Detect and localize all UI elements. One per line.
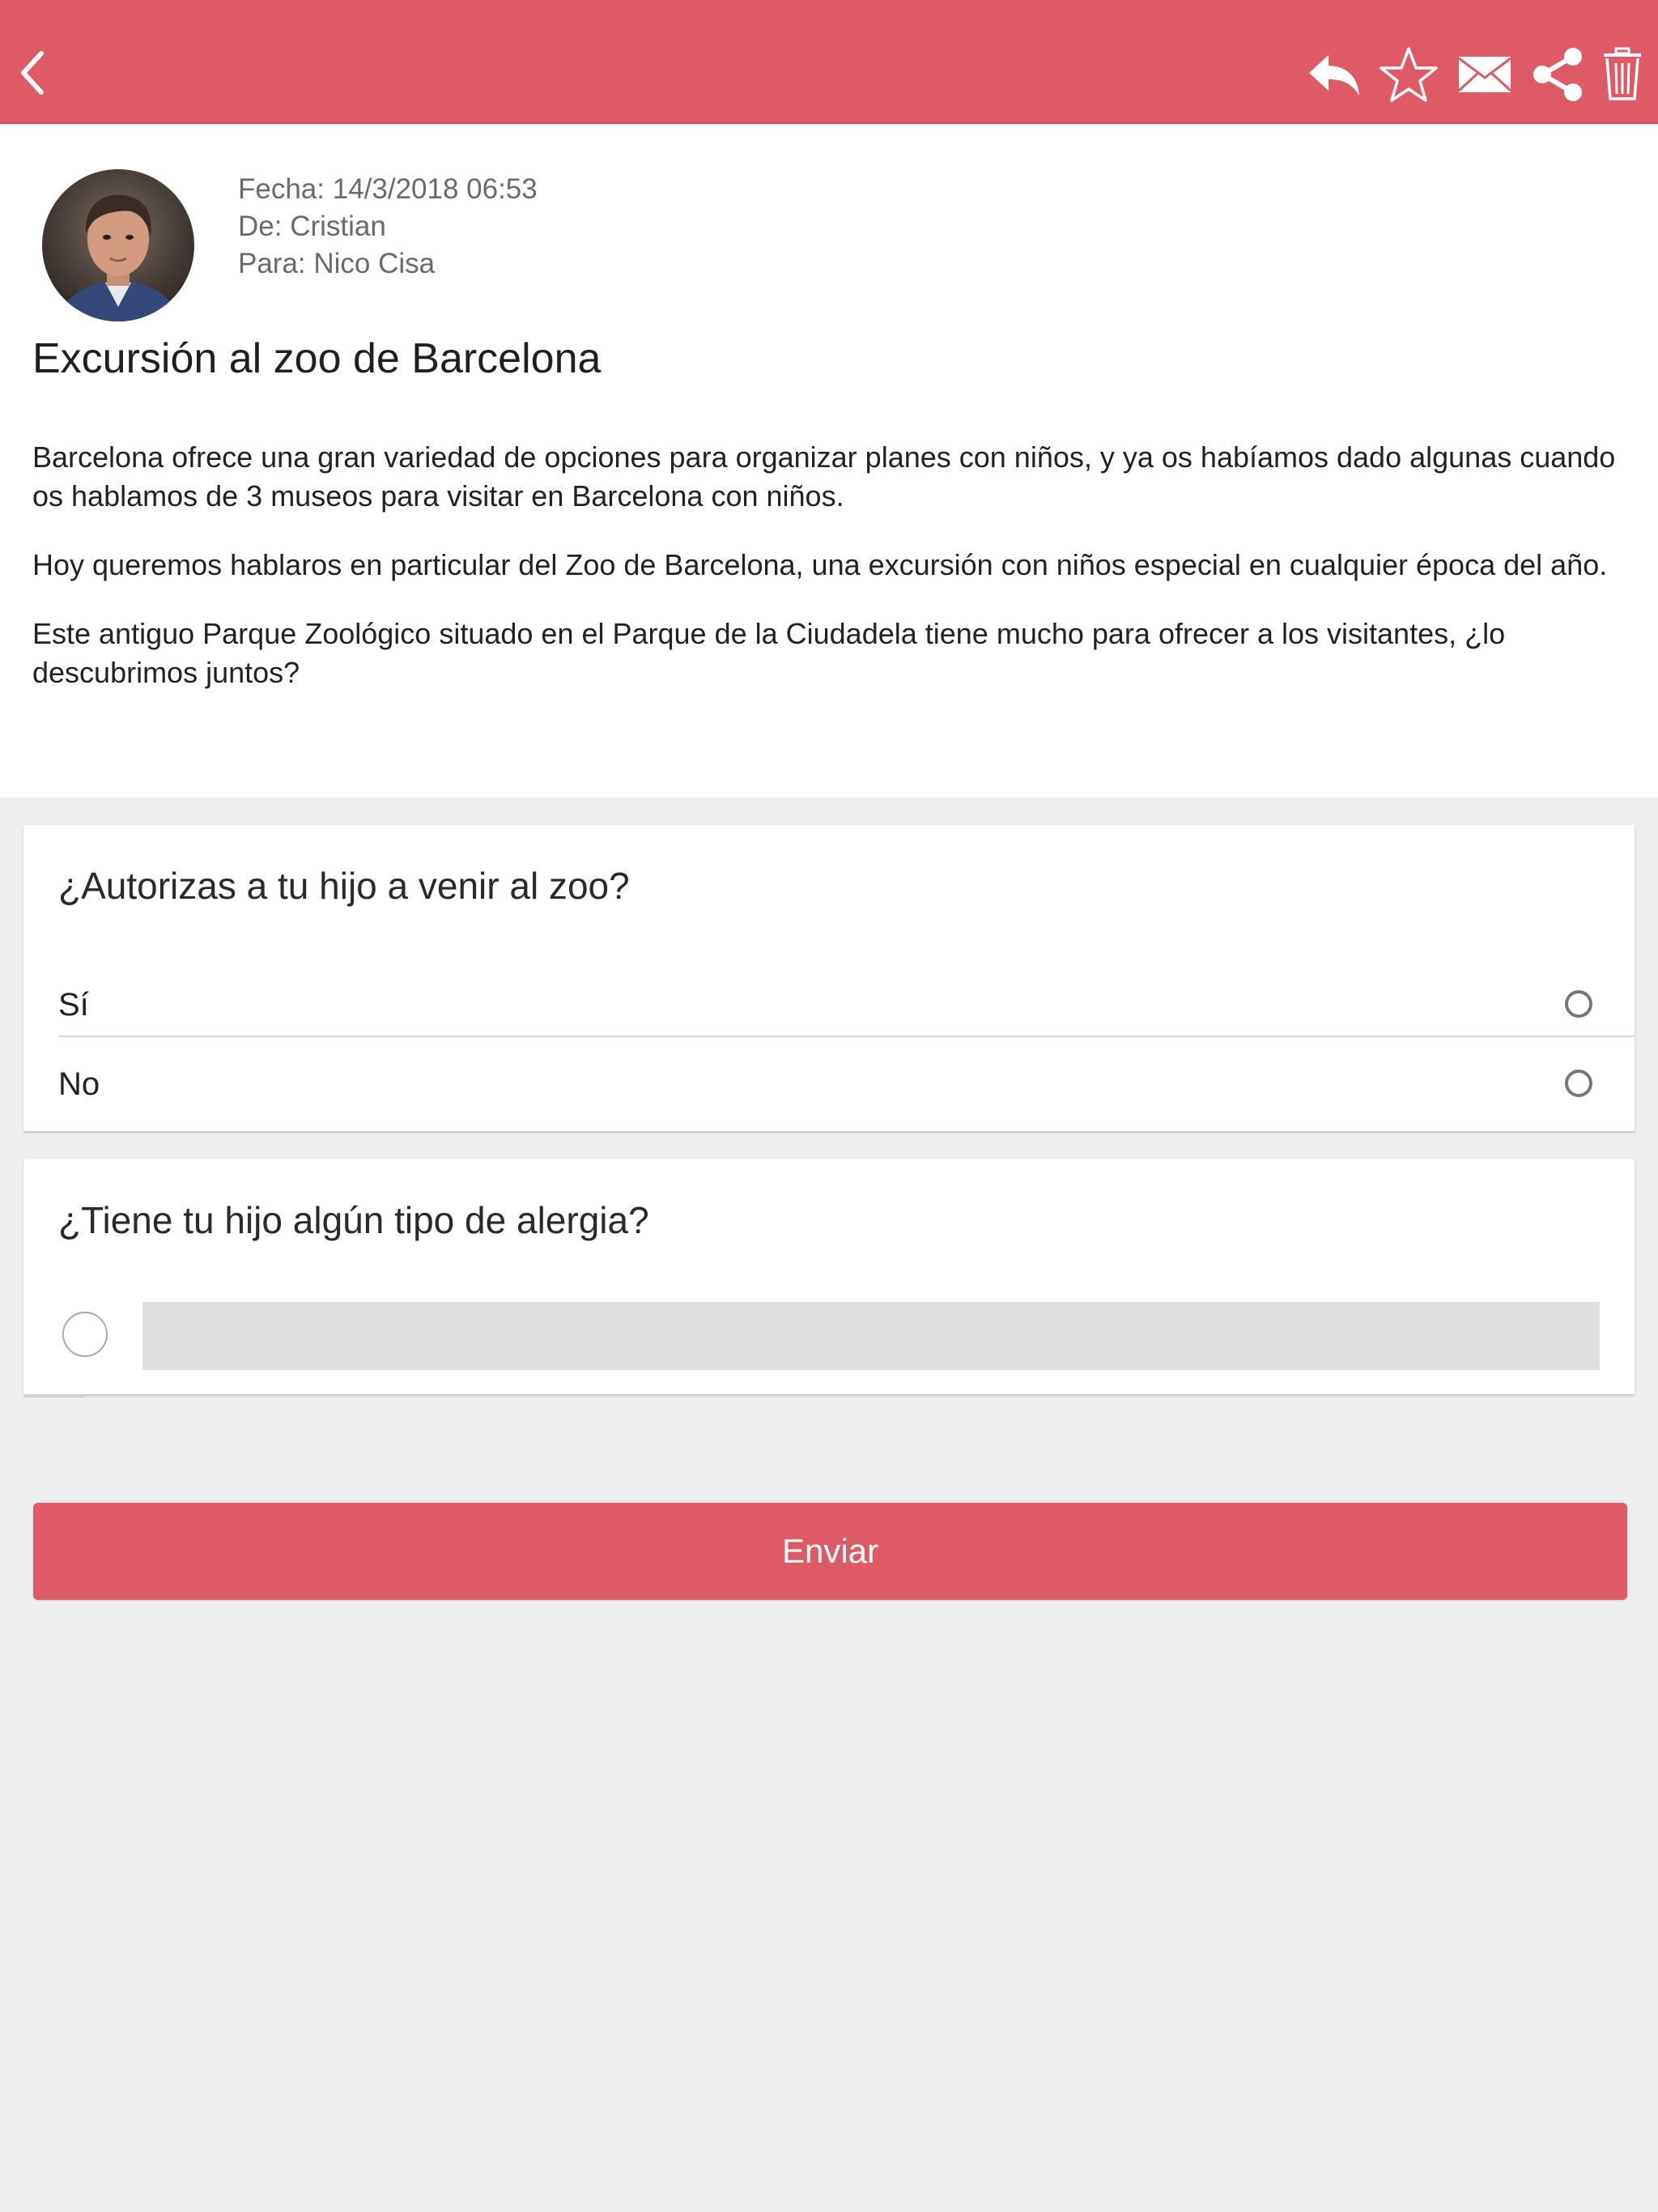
radio-button[interactable] <box>1565 1070 1592 1097</box>
message-body: Barcelona ofrece una gran variedad de op… <box>32 438 1627 722</box>
message-meta: Fecha: 14/3/2018 06:53 De: Cristian Para… <box>238 171 538 283</box>
question-title: ¿Autorizas a tu hijo a venir al zoo? <box>58 865 630 907</box>
message-panel: Fecha: 14/3/2018 06:53 De: Cristian Para… <box>0 125 1658 798</box>
radio-button[interactable] <box>62 1312 108 1357</box>
body-paragraph: Barcelona ofrece una gran variedad de op… <box>32 440 1616 513</box>
radio-button[interactable] <box>1565 990 1592 1018</box>
top-toolbar <box>0 0 1658 124</box>
option-no[interactable]: No <box>23 1037 1635 1133</box>
delete-button[interactable] <box>1590 42 1655 107</box>
share-icon <box>1533 48 1582 101</box>
star-icon <box>1380 47 1438 102</box>
question-card-allergy: ¿Tiene tu hijo algún tipo de alergia? <box>23 1159 1635 1394</box>
star-button[interactable] <box>1376 42 1441 107</box>
send-button[interactable]: Enviar <box>33 1503 1627 1600</box>
trash-icon <box>1604 47 1641 100</box>
share-button[interactable] <box>1525 42 1590 107</box>
envelope-icon <box>1457 57 1512 92</box>
sender-photo <box>42 169 194 321</box>
reply-icon <box>1309 55 1359 96</box>
from-line: De: Cristian <box>238 211 386 242</box>
question-card-authorization: ¿Autorizas a tu hijo a venir al zoo? Sí … <box>23 825 1635 1131</box>
date-line: Fecha: 14/3/2018 06:53 <box>238 173 538 205</box>
allergy-input[interactable] <box>142 1302 1600 1370</box>
avatar <box>42 169 194 321</box>
chevron-left-icon <box>21 51 44 95</box>
back-button[interactable] <box>11 40 52 105</box>
option-label: No <box>58 1066 100 1102</box>
mail-button[interactable] <box>1452 42 1517 107</box>
question-title: ¿Tiene tu hijo algún tipo de alergia? <box>58 1199 649 1241</box>
reply-button[interactable] <box>1302 42 1367 107</box>
body-paragraph: Este antiguo Parque Zoológico situado en… <box>32 617 1506 689</box>
option-label: Sí <box>58 987 89 1023</box>
message-subject: Excursión al zoo de Barcelona <box>32 335 602 382</box>
divider <box>23 1396 85 1397</box>
to-line: Para: Nico Cisa <box>238 248 436 279</box>
body-paragraph: Hoy queremos hablaros en particular del … <box>32 548 1608 581</box>
